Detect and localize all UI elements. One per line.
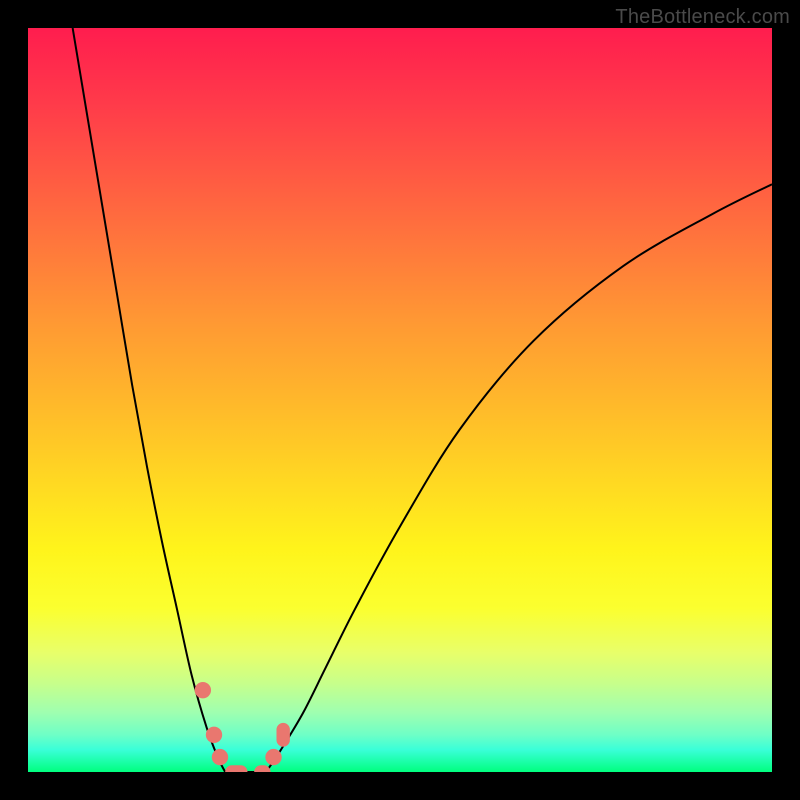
marker-dot bbox=[212, 749, 228, 765]
curve-left-branch bbox=[73, 28, 226, 772]
marker-pill bbox=[225, 765, 247, 772]
curve-right-branch bbox=[266, 184, 772, 772]
marker-dot bbox=[265, 749, 281, 765]
marker-pill bbox=[276, 723, 289, 747]
chart-svg bbox=[28, 28, 772, 772]
marker-pill bbox=[254, 765, 270, 772]
watermark-text: TheBottleneck.com bbox=[615, 6, 790, 29]
chart-plot-area bbox=[28, 28, 772, 772]
marker-dot bbox=[195, 682, 211, 698]
marker-dot bbox=[206, 727, 222, 743]
curve-markers bbox=[195, 682, 290, 772]
